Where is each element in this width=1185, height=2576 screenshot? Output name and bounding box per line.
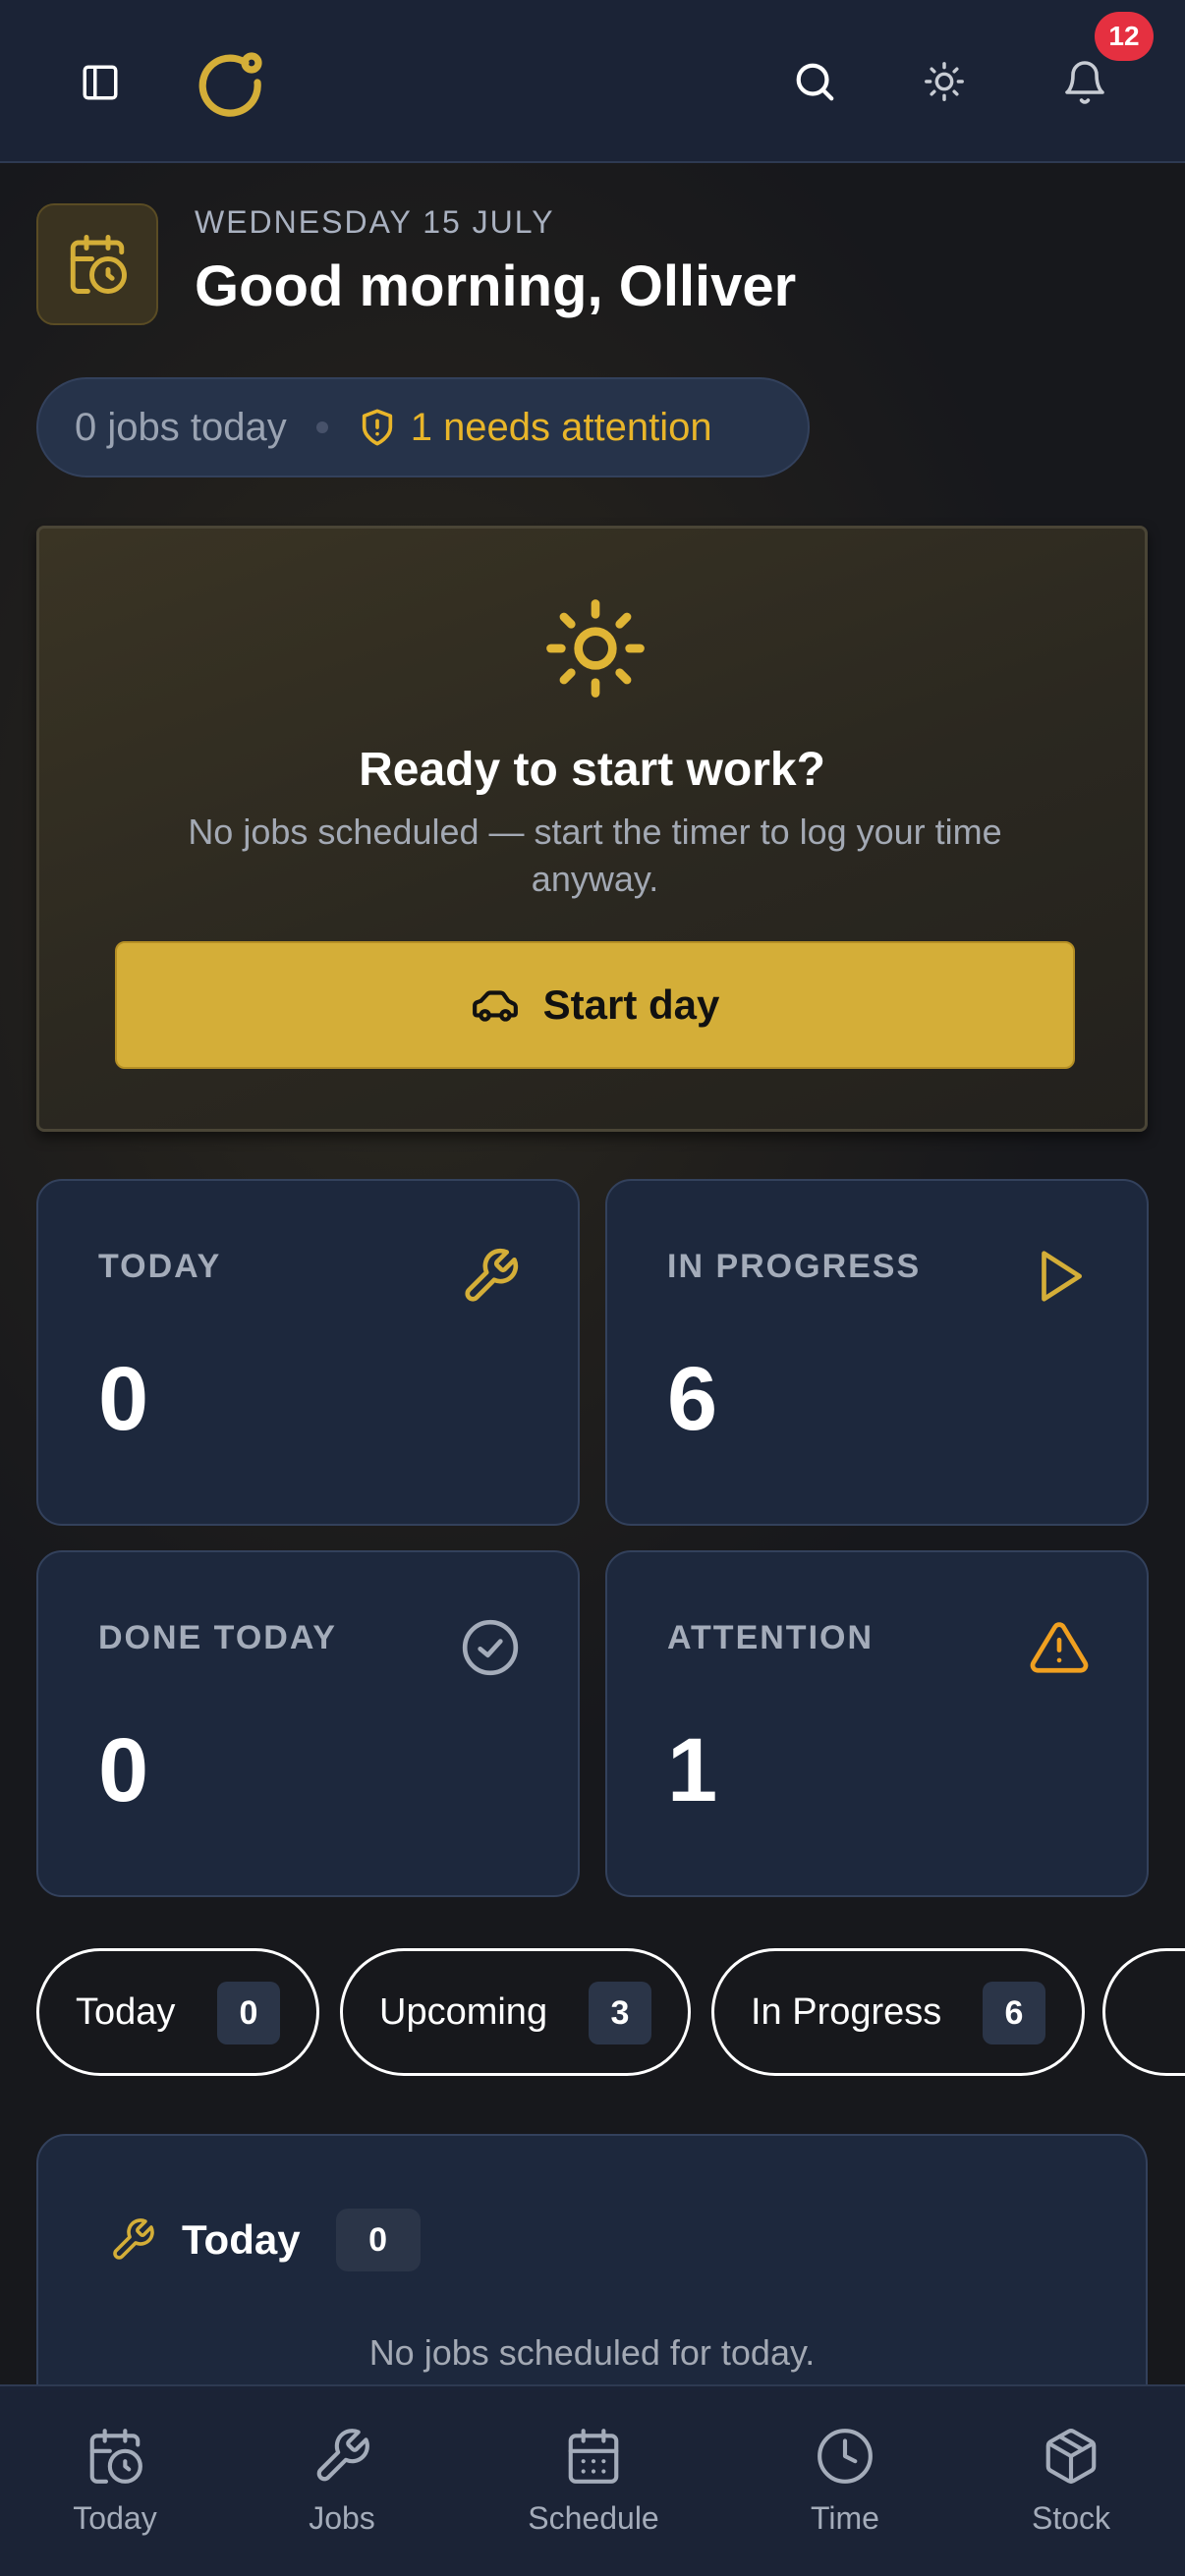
notifications-button[interactable]: [1055, 53, 1114, 112]
car-icon: [472, 990, 518, 1022]
nav-label: Jobs: [309, 2500, 375, 2536]
date-label: WEDNESDAY 15 JULY: [195, 204, 555, 240]
tab-count: 3: [589, 1982, 651, 2044]
tab-label: Upcoming: [379, 1990, 548, 2033]
jobs-today-count: 0 jobs today: [75, 405, 287, 449]
stat-value: 0: [98, 1349, 149, 1449]
attention-summary[interactable]: 1 needs attention: [358, 406, 712, 450]
attention-summary-label: 1 needs attention: [410, 405, 712, 449]
wrench-icon: [316, 2429, 369, 2482]
wrench-icon: [465, 1248, 519, 1302]
play-icon: [1042, 1251, 1082, 1302]
notification-badge: 12: [1095, 12, 1154, 61]
nav-label: Stock: [1031, 2500, 1111, 2536]
ready-to-start-card: Ready to start work? No jobs scheduled —…: [36, 526, 1148, 1132]
check-circle-icon: [462, 1619, 519, 1676]
sidebar-icon: [83, 65, 118, 100]
ready-title: Ready to start work?: [359, 744, 825, 796]
tab-upcoming[interactable]: Upcoming 3: [340, 1948, 691, 2076]
tab-count: 0: [217, 1982, 280, 2044]
top-bar: 12: [0, 0, 1185, 163]
tab-label: In Progress: [751, 1990, 942, 2033]
stat-label: IN PROGRESS: [667, 1248, 922, 1285]
start-day-label: Start day: [542, 981, 720, 1028]
bell-icon: [1065, 61, 1104, 104]
tab-next-partial[interactable]: [1102, 1948, 1185, 2076]
calendar-clock-icon: [70, 235, 127, 294]
wrench-icon: [113, 2218, 154, 2260]
filter-tabs[interactable]: Today 0 Upcoming 3 In Progress 6: [36, 1948, 1185, 2076]
theme-toggle-button[interactable]: [916, 53, 973, 110]
calendar-clock-icon: [89, 2429, 142, 2484]
clock-icon: [818, 2429, 873, 2484]
today-jobs-title: Today: [182, 2216, 301, 2263]
nav-item-stock[interactable]: Stock: [989, 2386, 1153, 2576]
nav-label: Schedule: [528, 2500, 659, 2536]
sidebar-toggle-button[interactable]: [69, 55, 132, 110]
nav-label: Today: [73, 2500, 157, 2536]
sun-icon: [546, 599, 645, 698]
stat-card-attention[interactable]: ATTENTION 1: [605, 1550, 1149, 1897]
today-jobs-header: Today 0: [109, 2209, 421, 2271]
app-logo[interactable]: [193, 45, 267, 120]
ready-subtitle: No jobs scheduled — start the timer to l…: [188, 812, 1002, 899]
today-jobs-count: 0: [335, 2209, 421, 2271]
tab-label: Today: [76, 1990, 176, 2033]
warning-icon: [1030, 1622, 1089, 1673]
nav-item-time[interactable]: Time: [763, 2386, 927, 2576]
logo-icon: [198, 52, 262, 117]
stat-value: 6: [667, 1349, 718, 1449]
stat-value: 0: [98, 1720, 149, 1820]
stat-card-today[interactable]: TODAY 0: [36, 1179, 580, 1526]
nav-item-schedule[interactable]: Schedule: [505, 2386, 682, 2576]
stat-card-done-today[interactable]: DONE TODAY 0: [36, 1550, 580, 1897]
empty-state-text: No jobs scheduled for today.: [368, 2332, 816, 2373]
greeting-title: Good morning, Olliver: [195, 254, 797, 318]
separator-dot: [315, 421, 328, 433]
date-icon-tile: [36, 203, 158, 325]
tab-count: 6: [983, 1982, 1045, 2044]
bottom-nav: Today Jobs Schedule Time Stock: [0, 2384, 1185, 2576]
stat-label: TODAY: [98, 1248, 222, 1285]
sun-icon: [925, 62, 964, 101]
nav-item-today[interactable]: Today: [33, 2386, 197, 2576]
start-day-button[interactable]: Start day: [115, 941, 1075, 1069]
stat-label: DONE TODAY: [98, 1619, 337, 1656]
stat-card-in-progress[interactable]: IN PROGRESS 6: [605, 1179, 1149, 1526]
nav-item-jobs[interactable]: Jobs: [260, 2386, 423, 2576]
tab-in-progress[interactable]: In Progress 6: [711, 1948, 1085, 2076]
search-icon: [796, 63, 834, 101]
shield-alert-icon: [362, 409, 392, 446]
calendar-icon: [568, 2429, 619, 2484]
stat-label: ATTENTION: [667, 1619, 875, 1656]
summary-pill[interactable]: 0 jobs today 1 needs attention: [36, 377, 810, 477]
nav-label: Time: [811, 2500, 879, 2536]
box-icon: [1045, 2429, 1097, 2484]
stat-value: 1: [667, 1720, 718, 1820]
search-button[interactable]: [786, 53, 843, 110]
tab-today[interactable]: Today 0: [36, 1948, 319, 2076]
